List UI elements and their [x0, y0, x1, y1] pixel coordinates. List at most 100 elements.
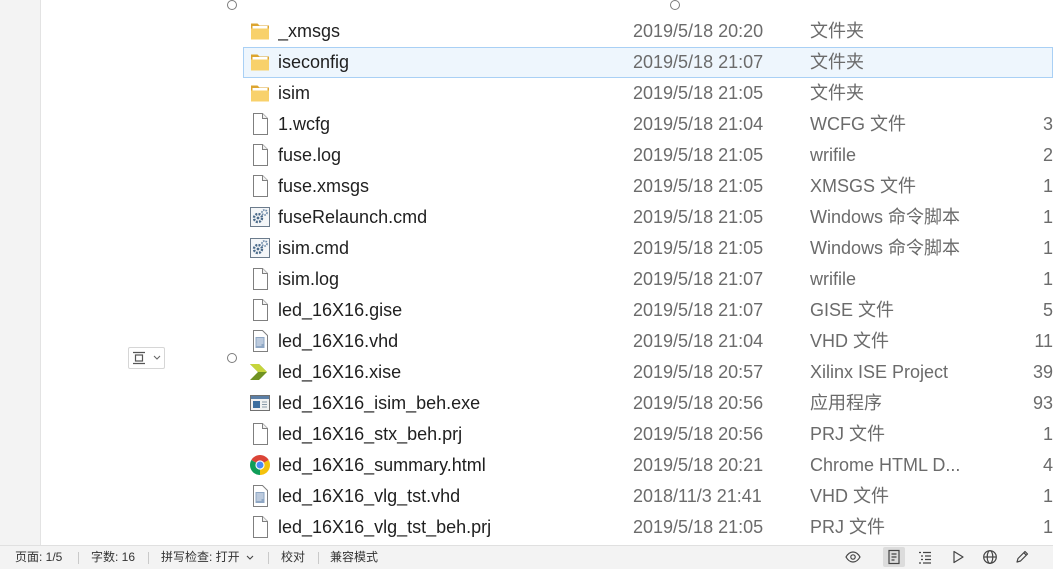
file-name: led_16X16.gise — [278, 300, 403, 320]
file-date: 2019/5/18 20:20 — [633, 21, 764, 41]
chevron-down-icon — [153, 355, 161, 361]
file-name: led_16X16_summary.html — [278, 455, 486, 475]
status-separator — [268, 552, 269, 564]
web-view-button[interactable] — [979, 547, 1001, 567]
file-size: 1 — [1042, 238, 1053, 258]
file-type: PRJ 文件 — [810, 517, 886, 537]
file-row[interactable]: fuseRelaunch.cmd 2019/5/18 21:05 Windows 命… — [243, 202, 1053, 233]
file-size: 39 — [1032, 362, 1053, 382]
file-name: led_16X16.xise — [278, 362, 402, 382]
proofread-button[interactable]: 校对 — [281, 546, 305, 569]
file-date: 2019/5/18 20:57 — [633, 362, 764, 382]
file-row[interactable]: iseconfig 2019/5/18 21:07 文件夹 — [243, 47, 1053, 78]
file-date: 2019/5/18 21:04 — [633, 114, 764, 134]
file-row[interactable]: isim.log 2019/5/18 21:07 wrifile 1 — [243, 264, 1053, 295]
file-icon — [249, 299, 271, 321]
status-separator — [78, 552, 79, 564]
resize-handle-left[interactable] — [227, 353, 237, 363]
file-size: 4 — [1042, 455, 1053, 475]
word-count[interactable]: 字数: 16 — [91, 546, 135, 569]
page-indicator[interactable]: 页面: 1/5 — [15, 546, 62, 569]
file-row[interactable]: led_16X16.gise 2019/5/18 21:07 GISE 文件 5 — [243, 295, 1053, 326]
file-name: isim.cmd — [278, 238, 349, 258]
file-size: 11 — [1034, 331, 1053, 351]
file-size: 93 — [1032, 393, 1053, 413]
file-type: wrifile — [810, 145, 857, 165]
file-type: VHD 文件 — [810, 486, 890, 506]
pen-icon — [1014, 549, 1030, 565]
file-row[interactable]: led_16X16_vlg_tst_beh.prj 2019/5/18 21:05… — [243, 512, 1053, 543]
file-name: iseconfig — [278, 52, 350, 72]
file-name: led_16X16_isim_beh.exe — [278, 393, 481, 413]
file-type: 文件夹 — [810, 21, 864, 41]
file-row[interactable]: led_16X16_stx_beh.prj 2019/5/18 20:56 PRJ … — [243, 419, 1053, 450]
file-row[interactable]: led_16X16.xise 2019/5/18 20:57 Xilinx ISE … — [243, 357, 1053, 388]
spell-check-toggle[interactable]: 拼写检查: 打开 — [161, 546, 254, 569]
embedded-image[interactable]: _xmsgs 2019/5/18 20:20 文件夹 iseconfig 2019/5/… — [232, 0, 1053, 545]
cmd-script-icon — [249, 237, 271, 259]
file-row[interactable]: led_16X16.vhd 2019/5/18 21:04 VHD 文件 11 — [243, 326, 1053, 357]
file-date: 2019/5/18 20:56 — [633, 393, 764, 413]
exe-app-icon — [249, 392, 271, 414]
file-name: led_16X16_vlg_tst_beh.prj — [278, 517, 492, 537]
file-size: 1 — [1042, 269, 1053, 289]
resize-handle-top-left[interactable] — [227, 0, 237, 10]
file-icon — [249, 113, 271, 135]
file-size: 1 — [1042, 424, 1053, 444]
file-icon — [249, 144, 271, 166]
file-type: Chrome HTML D... — [810, 455, 961, 475]
file-date: 2019/5/18 21:05 — [633, 207, 764, 227]
file-row[interactable]: led_16X16_summary.html 2019/5/18 20:21 Chr… — [243, 450, 1053, 481]
file-size: 1 — [1042, 176, 1053, 196]
file-row[interactable]: 1.wcfg 2019/5/18 21:04 WCFG 文件 3 — [243, 109, 1053, 140]
file-row[interactable]: _xmsgs 2019/5/18 20:20 文件夹 — [243, 16, 1053, 47]
file-date: 2019/5/18 21:05 — [633, 238, 764, 258]
file-name: 1.wcfg — [278, 114, 331, 134]
file-row[interactable]: led_16X16_vlg_tst.vhd 2018/11/3 21:41 VHD … — [243, 481, 1053, 512]
outline-view-button[interactable] — [914, 547, 936, 567]
layout-options-button[interactable] — [128, 347, 165, 369]
file-icon — [249, 423, 271, 445]
page-view-icon — [886, 549, 902, 565]
file-row[interactable]: led_16X16_isim_beh.exe 2019/5/18 20:56 应用程… — [243, 388, 1053, 419]
file-row[interactable]: fuse.log 2019/5/18 21:05 wrifile 2 — [243, 140, 1053, 171]
chrome-icon — [249, 454, 271, 476]
file-date: 2019/5/18 21:05 — [633, 517, 764, 537]
file-date: 2018/11/3 21:41 — [633, 486, 762, 506]
folder-icon — [249, 20, 271, 42]
file-type: Xilinx ISE Project — [810, 362, 949, 382]
eye-icon — [845, 549, 861, 565]
file-name: isim.log — [278, 269, 340, 289]
file-date: 2019/5/18 21:05 — [633, 145, 764, 165]
file-type: Windows 命令脚本 — [810, 238, 961, 258]
file-name: fuse.log — [278, 145, 342, 165]
file-row[interactable]: isim 2019/5/18 21:05 文件夹 — [243, 78, 1053, 109]
play-button[interactable] — [947, 547, 969, 567]
cmd-script-icon — [249, 206, 271, 228]
file-name: isim — [278, 83, 310, 103]
reading-mode-button[interactable] — [842, 547, 864, 567]
file-row[interactable]: isim.cmd 2019/5/18 21:05 Windows 命令脚本 1 — [243, 233, 1053, 264]
file-name: led_16X16.vhd — [278, 331, 399, 351]
resize-handle-top[interactable] — [670, 0, 680, 10]
file-date: 2019/5/18 21:07 — [633, 300, 764, 320]
status-separator — [148, 552, 149, 564]
globe-icon — [982, 549, 998, 565]
status-bar: 页面: 1/5 字数: 16 拼写检查: 打开 校对 兼容模式 — [0, 545, 1053, 569]
file-type: 应用程序 — [810, 393, 882, 413]
file-icon — [249, 516, 271, 538]
file-name: _xmsgs — [278, 21, 341, 41]
file-size: 3 — [1042, 114, 1053, 134]
chevron-down-icon — [246, 555, 254, 561]
file-name: led_16X16_stx_beh.prj — [278, 424, 463, 444]
file-date: 2019/5/18 21:05 — [633, 176, 764, 196]
page-view-button[interactable] — [883, 547, 905, 567]
workspace-gutter — [0, 0, 41, 545]
write-mode-button[interactable] — [1011, 547, 1033, 567]
vhd-file-icon — [249, 485, 271, 507]
status-separator — [318, 552, 319, 564]
file-row[interactable]: fuse.xmsgs 2019/5/18 21:05 XMSGS 文件 1 — [243, 171, 1053, 202]
file-size: 2 — [1042, 145, 1053, 165]
compat-mode-label: 兼容模式 — [330, 550, 379, 564]
file-list: _xmsgs 2019/5/18 20:20 文件夹 iseconfig 2019/5/… — [232, 0, 1053, 545]
